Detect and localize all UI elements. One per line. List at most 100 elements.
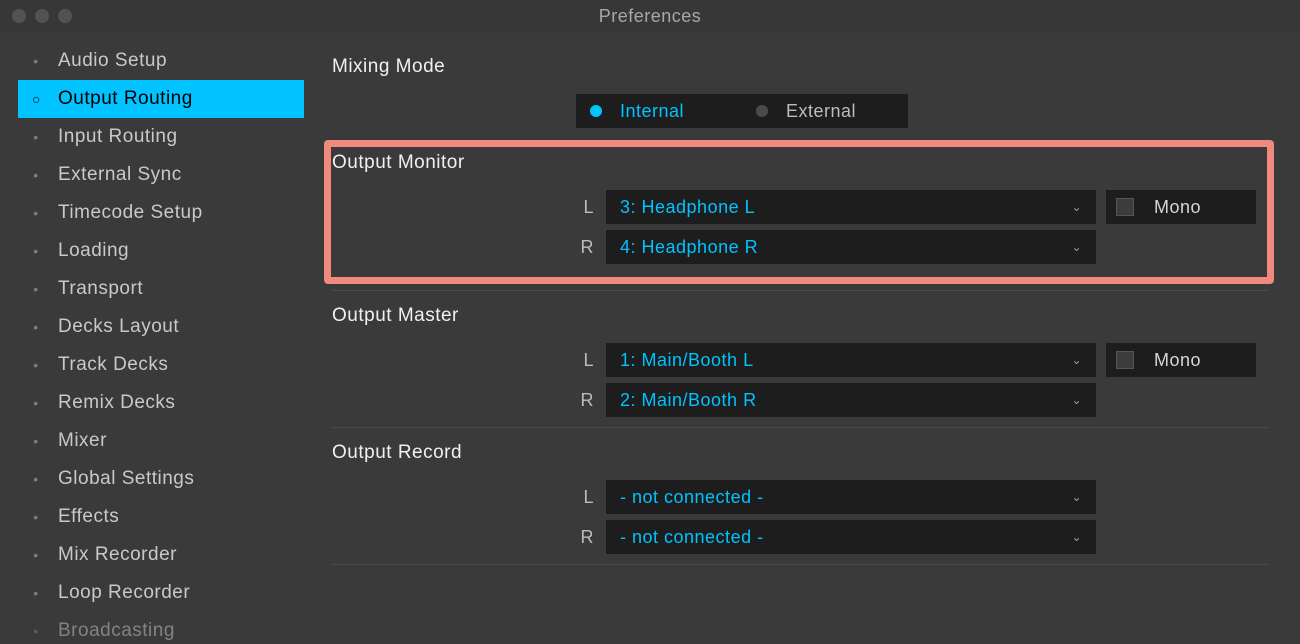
dropdown-value: 2: Main/Booth R	[620, 390, 757, 411]
bullet-icon: •	[32, 585, 40, 601]
sidebar-item-decks-layout[interactable]: • Decks Layout	[18, 308, 304, 346]
output-record-left-row: L - not connected - ⌄	[560, 480, 1268, 514]
chevron-down-icon: ⌄	[1071, 353, 1082, 367]
bullet-icon: •	[32, 205, 40, 221]
sidebar-item-label: Loading	[58, 240, 129, 262]
bullet-icon: ○	[32, 91, 40, 107]
bullet-icon: •	[32, 471, 40, 487]
output-master-left-row: L 1: Main/Booth L ⌄ Mono	[560, 343, 1268, 377]
output-record-right-dropdown[interactable]: - not connected - ⌄	[606, 520, 1096, 554]
sidebar-item-effects[interactable]: • Effects	[18, 498, 304, 536]
output-monitor-mono-toggle[interactable]: Mono	[1106, 190, 1256, 224]
chevron-down-icon: ⌄	[1071, 240, 1082, 254]
sidebar-item-broadcasting[interactable]: • Broadcasting	[18, 612, 304, 644]
sidebar-item-label: Remix Decks	[58, 392, 175, 414]
sidebar-item-transport[interactable]: • Transport	[18, 270, 304, 308]
sidebar-item-global-settings[interactable]: • Global Settings	[18, 460, 304, 498]
sidebar-item-mixer[interactable]: • Mixer	[18, 422, 304, 460]
divider	[332, 564, 1268, 565]
sidebar-item-input-routing[interactable]: • Input Routing	[18, 118, 304, 156]
bullet-icon: •	[32, 281, 40, 297]
sidebar-item-mix-recorder[interactable]: • Mix Recorder	[18, 536, 304, 574]
mixing-mode-segment: Internal External	[576, 94, 1268, 128]
sidebar-item-label: Mix Recorder	[58, 544, 177, 566]
sidebar-item-label: Input Routing	[58, 126, 178, 148]
sidebar-item-loading[interactable]: • Loading	[18, 232, 304, 270]
output-record-title: Output Record	[332, 442, 1268, 464]
bullet-icon: •	[32, 433, 40, 449]
sidebar-item-timecode-setup[interactable]: • Timecode Setup	[18, 194, 304, 232]
dropdown-value: 1: Main/Booth L	[620, 350, 754, 371]
sidebar-item-label: Decks Layout	[58, 316, 179, 338]
sidebar-item-label: Timecode Setup	[58, 202, 203, 224]
sidebar-item-label: Transport	[58, 278, 143, 300]
sidebar-item-remix-decks[interactable]: • Remix Decks	[18, 384, 304, 422]
output-monitor-left-dropdown[interactable]: 3: Headphone L ⌄	[606, 190, 1096, 224]
divider	[332, 427, 1268, 428]
bullet-icon: •	[32, 623, 40, 639]
section-output-master: Output Master L 1: Main/Booth L ⌄ Mono R…	[332, 305, 1268, 417]
sidebar-item-loop-recorder[interactable]: • Loop Recorder	[18, 574, 304, 612]
chevron-down-icon: ⌄	[1071, 530, 1082, 544]
sidebar-item-label: Loop Recorder	[58, 582, 190, 604]
mixing-mode-internal[interactable]: Internal	[576, 94, 742, 128]
chevron-down-icon: ⌄	[1071, 393, 1082, 407]
channel-label-right: R	[560, 527, 606, 548]
mono-label: Mono	[1154, 197, 1201, 218]
dropdown-value: - not connected -	[620, 487, 764, 508]
radio-selected-icon	[590, 105, 602, 117]
channel-label-left: L	[560, 350, 606, 371]
bullet-icon: •	[32, 53, 40, 69]
window-titlebar: Preferences	[0, 0, 1300, 32]
window-controls[interactable]	[12, 0, 72, 32]
bullet-icon: •	[32, 547, 40, 563]
sidebar-item-label: Mixer	[58, 430, 107, 452]
radio-unselected-icon	[756, 105, 768, 117]
sidebar-item-label: Output Routing	[58, 88, 193, 110]
sidebar-item-output-routing[interactable]: ○ Output Routing	[18, 80, 304, 118]
sidebar-item-label: Broadcasting	[58, 620, 175, 642]
preferences-sidebar: • Audio Setup ○ Output Routing • Input R…	[0, 42, 304, 644]
sidebar-item-label: Audio Setup	[58, 50, 167, 72]
section-output-monitor: Output Monitor L 3: Headphone L ⌄ Mono R…	[332, 152, 1268, 280]
checkbox-icon	[1116, 198, 1134, 216]
dropdown-value: 4: Headphone R	[620, 237, 758, 258]
sidebar-item-audio-setup[interactable]: • Audio Setup	[18, 42, 304, 80]
bullet-icon: •	[32, 129, 40, 145]
channel-label-left: L	[560, 487, 606, 508]
bullet-icon: •	[32, 243, 40, 259]
output-master-right-dropdown[interactable]: 2: Main/Booth R ⌄	[606, 383, 1096, 417]
sidebar-item-label: Global Settings	[58, 468, 194, 490]
mono-label: Mono	[1154, 350, 1201, 371]
bullet-icon: •	[32, 167, 40, 183]
segment-label: External	[786, 101, 856, 122]
content-panel: Mixing Mode Internal External Output Mon…	[304, 42, 1300, 644]
close-icon[interactable]	[12, 9, 26, 23]
minimize-icon[interactable]	[35, 9, 49, 23]
main-area: • Audio Setup ○ Output Routing • Input R…	[0, 32, 1300, 644]
output-monitor-left-row: L 3: Headphone L ⌄ Mono	[560, 190, 1268, 224]
mixing-mode-title: Mixing Mode	[332, 56, 1268, 78]
output-monitor-title: Output Monitor	[332, 152, 1268, 174]
chevron-down-icon: ⌄	[1071, 200, 1082, 214]
output-record-left-dropdown[interactable]: - not connected - ⌄	[606, 480, 1096, 514]
output-monitor-right-row: R 4: Headphone R ⌄	[560, 230, 1268, 264]
sidebar-item-label: Effects	[58, 506, 119, 528]
bullet-icon: •	[32, 509, 40, 525]
mixing-mode-external[interactable]: External	[742, 94, 908, 128]
channel-label-right: R	[560, 237, 606, 258]
output-master-left-dropdown[interactable]: 1: Main/Booth L ⌄	[606, 343, 1096, 377]
sidebar-item-external-sync[interactable]: • External Sync	[18, 156, 304, 194]
window-title: Preferences	[599, 6, 702, 26]
bullet-icon: •	[32, 357, 40, 373]
segment-label: Internal	[620, 101, 684, 122]
sidebar-item-track-decks[interactable]: • Track Decks	[18, 346, 304, 384]
output-master-mono-toggle[interactable]: Mono	[1106, 343, 1256, 377]
output-master-title: Output Master	[332, 305, 1268, 327]
zoom-icon[interactable]	[58, 9, 72, 23]
sidebar-item-label: External Sync	[58, 164, 182, 186]
channel-label-right: R	[560, 390, 606, 411]
checkbox-icon	[1116, 351, 1134, 369]
channel-label-left: L	[560, 197, 606, 218]
output-monitor-right-dropdown[interactable]: 4: Headphone R ⌄	[606, 230, 1096, 264]
